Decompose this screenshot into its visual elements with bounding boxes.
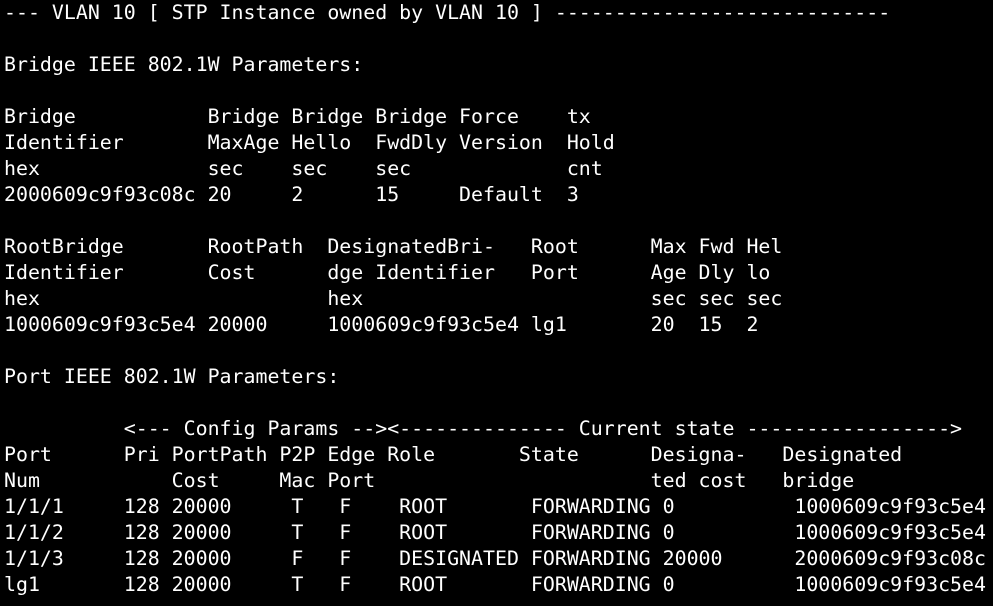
root-header-row-2: Identifier Cost dge Identifier Port Age … <box>4 261 771 284</box>
port-row: 1/1/1 128 20000 T F ROOT FORWARDING 0 10… <box>4 495 986 518</box>
bridge-params-title: Bridge IEEE 802.1W Parameters: <box>4 53 364 76</box>
port-row: lg1 128 20000 T F ROOT FORWARDING 0 1000… <box>4 573 986 596</box>
port-header-row-1: Port Pri PortPath P2P Edge Role State De… <box>4 443 903 466</box>
port-row: 1/1/2 128 20000 T F ROOT FORWARDING 0 10… <box>4 521 986 544</box>
root-header-row-1: RootBridge RootPath DesignatedBri- Root … <box>4 235 783 258</box>
vlan-header-line: --- VLAN 10 [ STP Instance owned by VLAN… <box>4 1 891 24</box>
port-section-header: <--- Config Params --><-------------- Cu… <box>4 417 963 440</box>
port-row: 1/1/3 128 20000 F F DESIGNATED FORWARDIN… <box>4 547 986 570</box>
port-params-title: Port IEEE 802.1W Parameters: <box>4 365 340 388</box>
terminal-output: --- VLAN 10 [ STP Instance owned by VLAN… <box>4 0 993 606</box>
bridge-header-row-3: hex sec sec sec cnt <box>4 157 603 180</box>
root-values-row: 1000609c9f93c5e4 20000 1000609c9f93c5e4 … <box>4 313 759 336</box>
root-header-row-3: hex hex sec sec sec <box>4 287 783 310</box>
bridge-header-row-2: Identifier MaxAge Hello FwdDly Version H… <box>4 131 615 154</box>
port-header-row-2: Num Cost Mac Port ted cost bridge <box>4 469 855 492</box>
bridge-header-row-1: Bridge Bridge Bridge Bridge Force tx <box>4 105 591 128</box>
bridge-values-row: 2000609c9f93c08c 20 2 15 Default 3 <box>4 183 579 206</box>
